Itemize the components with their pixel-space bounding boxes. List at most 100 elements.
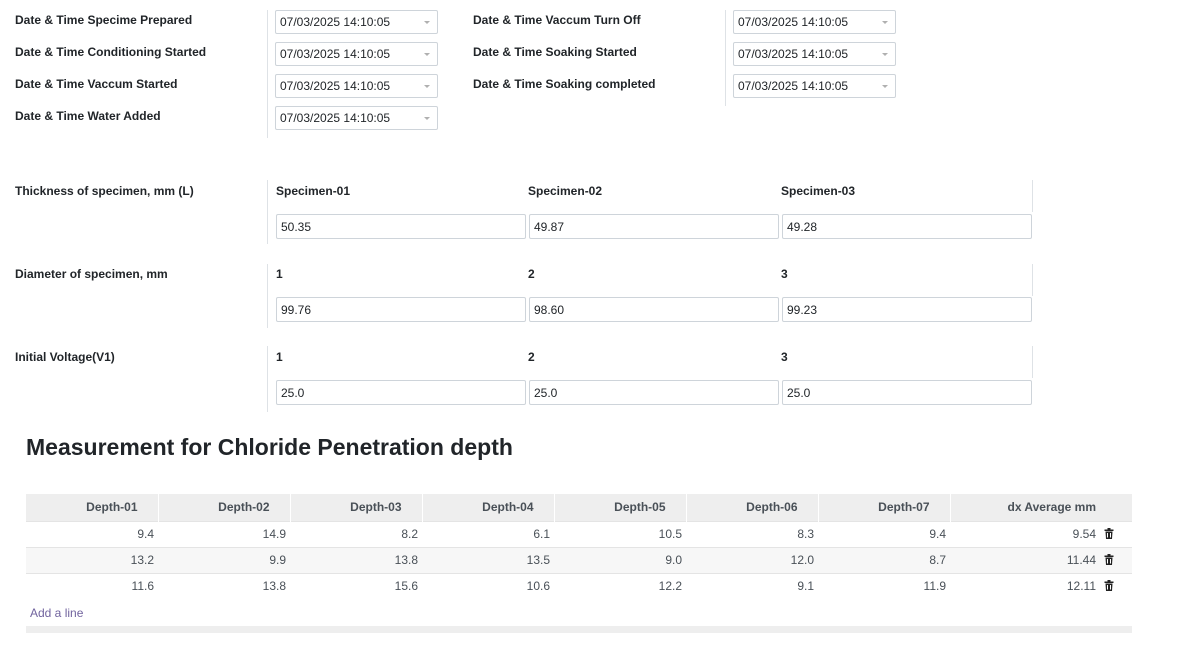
caret-down-icon [882, 52, 888, 56]
label-water-added: Date & Time Water Added [15, 109, 161, 123]
trash-icon[interactable] [1104, 554, 1114, 568]
cell-depth-07[interactable]: 9.4 [818, 520, 950, 547]
table-footer [26, 626, 1132, 633]
datetime-conditioning-started[interactable]: 07/03/2025 14:10:05 [275, 42, 438, 66]
label-thickness: Thickness of specimen, mm (L) [15, 184, 194, 198]
caret-down-icon [882, 84, 888, 88]
datetime-specimen-prepared[interactable]: 07/03/2025 14:10:05 [275, 10, 438, 34]
cell-depth-01[interactable]: 13.2 [26, 546, 158, 573]
divider-thickness-end [1032, 180, 1033, 212]
cell-depth-06[interactable]: 12.0 [686, 546, 818, 573]
header-diameter-2: 2 [528, 267, 535, 281]
divider-diameter-end [1032, 264, 1033, 296]
header-voltage-3: 3 [781, 350, 788, 364]
cell-depth-03[interactable]: 13.8 [290, 546, 422, 573]
column-header-depth-02[interactable]: Depth-02 [158, 494, 291, 521]
cell-depth-04[interactable]: 13.5 [422, 546, 554, 573]
add-line-link[interactable]: Add a line [30, 606, 83, 620]
caret-down-icon [424, 52, 430, 56]
header-specimen-02: Specimen-02 [528, 184, 603, 198]
trash-icon[interactable] [1104, 580, 1114, 594]
cell-depth-04[interactable]: 10.6 [422, 572, 554, 599]
caret-down-icon [882, 20, 888, 24]
cell-dx-average[interactable]: 11.44 [950, 546, 1100, 573]
cell-depth-07[interactable]: 11.9 [818, 572, 950, 599]
divider-voltage-end [1032, 346, 1033, 378]
datetime-value: 07/03/2025 14:10:05 [280, 47, 391, 61]
table-header-row: Depth-01 Depth-02 Depth-03 Depth-04 Dept… [26, 494, 1132, 521]
cell-depth-01[interactable]: 9.4 [26, 520, 158, 547]
label-initial-voltage: Initial Voltage(V1) [15, 350, 115, 364]
header-specimen-03: Specimen-03 [781, 184, 856, 198]
table-row[interactable]: 13.2 9.9 13.8 13.5 9.0 12.0 8.7 11.44 [26, 546, 1132, 573]
diameter-input-2[interactable]: 98.60 [529, 297, 779, 322]
diameter-input-1[interactable]: 99.76 [276, 297, 526, 322]
thickness-input-1[interactable]: 50.35 [276, 214, 526, 239]
divider-diameter [267, 264, 268, 328]
table-row[interactable]: 9.4 14.9 8.2 6.1 10.5 8.3 9.4 9.54 [26, 520, 1132, 547]
column-header-depth-03[interactable]: Depth-03 [290, 494, 423, 521]
column-header-actions [1100, 494, 1132, 521]
cell-depth-02[interactable]: 9.9 [158, 546, 290, 573]
caret-down-icon [424, 116, 430, 120]
caret-down-icon [424, 84, 430, 88]
label-soaking-completed: Date & Time Soaking completed [473, 77, 656, 91]
cell-depth-06[interactable]: 8.3 [686, 520, 818, 547]
cell-depth-02[interactable]: 14.9 [158, 520, 290, 547]
column-header-depth-01[interactable]: Depth-01 [26, 494, 159, 521]
cell-depth-01[interactable]: 11.6 [26, 572, 158, 599]
column-header-dx-average[interactable]: dx Average mm [950, 494, 1100, 521]
cell-depth-03[interactable]: 8.2 [290, 520, 422, 547]
column-header-depth-06[interactable]: Depth-06 [686, 494, 819, 521]
cell-depth-05[interactable]: 12.2 [554, 572, 686, 599]
datetime-value: 07/03/2025 14:10:05 [280, 15, 391, 29]
voltage-input-3[interactable]: 25.0 [782, 380, 1032, 405]
cell-depth-06[interactable]: 9.1 [686, 572, 818, 599]
datetime-water-added[interactable]: 07/03/2025 14:10:05 [275, 106, 438, 130]
label-vaccum-turn-off: Date & Time Vaccum Turn Off [473, 13, 641, 27]
diameter-input-3[interactable]: 99.23 [782, 297, 1032, 322]
divider-thickness [267, 180, 268, 244]
datetime-soaking-completed[interactable]: 07/03/2025 14:10:05 [733, 74, 896, 98]
datetime-vaccum-turn-off[interactable]: 07/03/2025 14:10:05 [733, 10, 896, 34]
label-diameter: Diameter of specimen, mm [15, 267, 168, 281]
thickness-input-3[interactable]: 49.28 [782, 214, 1032, 239]
cell-depth-05[interactable]: 9.0 [554, 546, 686, 573]
cell-depth-07[interactable]: 8.7 [818, 546, 950, 573]
divider-voltage [267, 346, 268, 412]
datetime-value: 07/03/2025 14:10:05 [738, 47, 849, 61]
column-header-depth-04[interactable]: Depth-04 [422, 494, 555, 521]
cell-depth-03[interactable]: 15.6 [290, 572, 422, 599]
label-specimen-prepared: Date & Time Specime Prepared [15, 13, 193, 27]
cell-depth-04[interactable]: 6.1 [422, 520, 554, 547]
trash-icon[interactable] [1104, 528, 1114, 542]
cell-dx-average[interactable]: 9.54 [950, 520, 1100, 547]
header-voltage-1: 1 [276, 350, 283, 364]
table-row[interactable]: 11.6 13.8 15.6 10.6 12.2 9.1 11.9 12.11 [26, 572, 1132, 599]
datetime-value: 07/03/2025 14:10:05 [280, 79, 391, 93]
cell-dx-average[interactable]: 12.11 [950, 572, 1100, 599]
cell-actions [1100, 572, 1132, 599]
caret-down-icon [424, 20, 430, 24]
label-vaccum-started: Date & Time Vaccum Started [15, 77, 178, 91]
thickness-input-2[interactable]: 49.87 [529, 214, 779, 239]
divider-left-dates [267, 10, 268, 138]
cell-actions [1100, 520, 1132, 547]
voltage-input-1[interactable]: 25.0 [276, 380, 526, 405]
datetime-value: 07/03/2025 14:10:05 [280, 111, 391, 125]
cell-actions [1100, 546, 1132, 573]
datetime-soaking-started[interactable]: 07/03/2025 14:10:05 [733, 42, 896, 66]
divider-right-dates [725, 10, 726, 106]
header-diameter-1: 1 [276, 267, 283, 281]
cell-depth-02[interactable]: 13.8 [158, 572, 290, 599]
column-header-depth-07[interactable]: Depth-07 [818, 494, 951, 521]
datetime-vaccum-started[interactable]: 07/03/2025 14:10:05 [275, 74, 438, 98]
header-diameter-3: 3 [781, 267, 788, 281]
measurement-table: Depth-01 Depth-02 Depth-03 Depth-04 Dept… [26, 494, 1132, 599]
datetime-value: 07/03/2025 14:10:05 [738, 15, 849, 29]
column-header-depth-05[interactable]: Depth-05 [554, 494, 687, 521]
cell-depth-05[interactable]: 10.5 [554, 520, 686, 547]
section-title-measurement: Measurement for Chloride Penetration dep… [26, 434, 513, 460]
datetime-value: 07/03/2025 14:10:05 [738, 79, 849, 93]
voltage-input-2[interactable]: 25.0 [529, 380, 779, 405]
